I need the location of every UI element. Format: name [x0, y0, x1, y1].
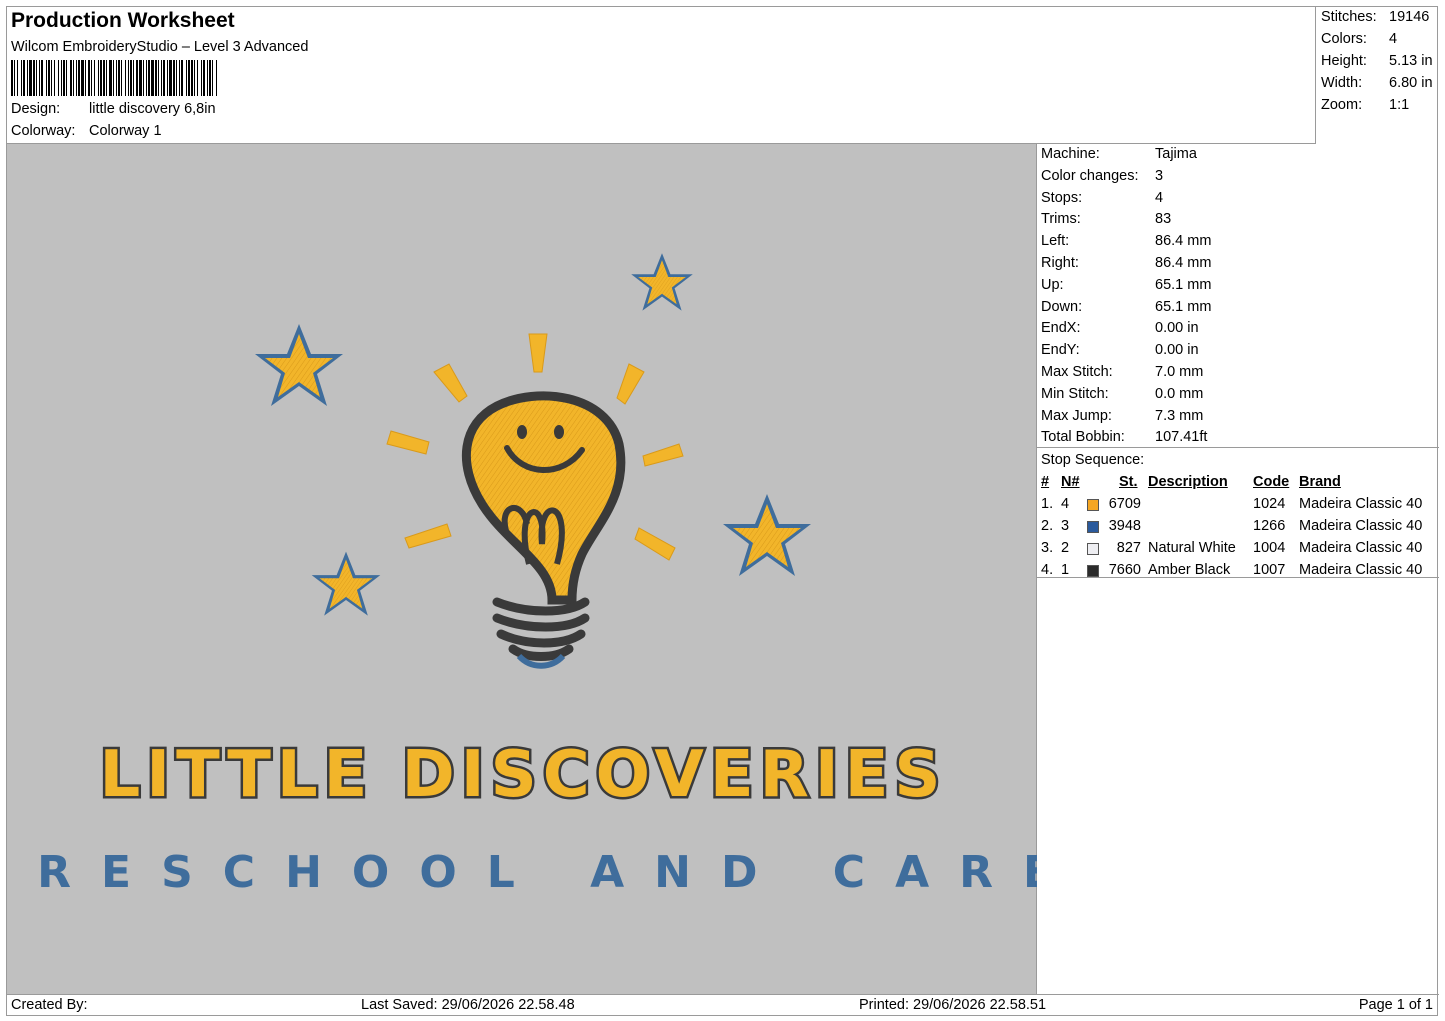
- info-label: Down:: [1041, 298, 1083, 315]
- col-header-description: Description: [1148, 474, 1228, 490]
- design-preview: LITTLE DISCOVERIES PRESCHOOL AND CARE: [0, 144, 1053, 994]
- production-worksheet: Production Worksheet Wilcom EmbroiderySt…: [0, 6, 1439, 1016]
- info-value: 107.41ft: [1155, 429, 1208, 446]
- thread-color-swatch: [1087, 499, 1099, 511]
- seq-code: 1266: [1253, 518, 1286, 534]
- design-label: Design:: [11, 101, 61, 117]
- info-label: Stops:: [1041, 189, 1083, 206]
- page-title: Production Worksheet: [11, 9, 235, 32]
- info-label: Total Bobbin:: [1041, 429, 1125, 446]
- seq-needle: 3: [1061, 518, 1070, 534]
- thread-color-swatch: [1087, 565, 1099, 577]
- info-label: Max Jump:: [1041, 407, 1112, 424]
- seq-brand: Madeira Classic 40: [1299, 562, 1423, 578]
- created-by: Created By:: [11, 997, 88, 1013]
- software-name: Wilcom EmbroideryStudio – Level 3 Advanc…: [11, 39, 309, 55]
- stop-sequence-caption: Stop Sequence:: [1041, 452, 1145, 468]
- info-value: 83: [1155, 211, 1172, 228]
- seq-brand: Madeira Classic 40: [1299, 518, 1423, 534]
- info-value: 86.4 mm: [1155, 255, 1212, 271]
- star-icon: [723, 494, 811, 576]
- thread-color-swatch: [1087, 543, 1099, 555]
- lightbulb-icon: [461, 391, 626, 669]
- seq-needle: 4: [1061, 496, 1070, 512]
- seq-code: 1004: [1253, 540, 1286, 556]
- info-value: Tajima: [1155, 146, 1197, 162]
- seq-brand: Madeira Classic 40: [1299, 540, 1423, 556]
- info-label: EndX:: [1041, 320, 1081, 337]
- artwork-subtitle: PRESCHOOL AND CARE: [7, 847, 1037, 898]
- seq-stitches: 6709: [1108, 496, 1141, 512]
- info-value: 3: [1155, 167, 1164, 184]
- design-stats: Stitches: 19146 Colors: 4 Height: 5.13 in W…: [1315, 7, 1439, 144]
- col-header-st: St.: [1119, 474, 1138, 490]
- printed-date: Printed: 29/06/2026 22.58.51: [859, 997, 1047, 1013]
- seq-num: 4.: [1041, 562, 1054, 578]
- star-icon: [631, 253, 693, 311]
- star-icon: [255, 324, 343, 406]
- info-value: 7.0 mm: [1155, 364, 1204, 380]
- info-label: Color changes:: [1041, 167, 1139, 184]
- seq-num: 3.: [1041, 540, 1054, 556]
- info-value: 65.1 mm: [1155, 276, 1212, 293]
- info-label: Right:: [1041, 255, 1079, 271]
- info-label: Machine:: [1041, 146, 1100, 162]
- seq-num: 1.: [1041, 496, 1054, 512]
- info-value: 4: [1155, 189, 1164, 206]
- col-header-code: Code: [1253, 474, 1290, 490]
- seq-needle: 1: [1061, 562, 1070, 578]
- embroidery-artwork: LITTLE DISCOVERIES PRESCHOOL AND CARE: [0, 253, 1053, 898]
- seq-code: 1024: [1253, 496, 1286, 512]
- worksheet-header: Production Worksheet Wilcom EmbroiderySt…: [7, 7, 1315, 144]
- info-label: Left:: [1041, 233, 1070, 250]
- colorway-label: Colorway:: [11, 123, 76, 139]
- footer: Created By: Last Saved: 29/06/2026 22.58…: [7, 994, 1439, 1016]
- star-icon: [311, 551, 381, 616]
- seq-brand: Madeira Classic 40: [1299, 496, 1423, 512]
- info-value: 65.1 mm: [1155, 298, 1212, 315]
- seq-description: Natural White: [1148, 540, 1236, 556]
- col-header-brand: Brand: [1299, 474, 1341, 490]
- last-saved: Last Saved: 29/06/2026 22.58.48: [361, 997, 575, 1013]
- info-label: Up:: [1041, 276, 1064, 293]
- col-header-num: #: [1041, 474, 1050, 490]
- seq-description: Amber Black: [1148, 562, 1231, 578]
- info-value: 0.00 in: [1155, 320, 1199, 337]
- page-number: Page 1 of 1: [1358, 997, 1433, 1013]
- design-value: little discovery 6,8in: [89, 101, 216, 117]
- info-value: 0.00 in: [1155, 342, 1199, 359]
- seq-stitches: 827: [1116, 540, 1141, 556]
- info-label: EndY:: [1041, 342, 1080, 359]
- seq-num: 2.: [1041, 518, 1054, 534]
- thread-color-swatch: [1087, 521, 1099, 533]
- info-value: 0.0 mm: [1155, 385, 1204, 402]
- stop-sequence: Stop Sequence: # N# St. Description Code…: [1037, 448, 1439, 578]
- info-value: 7.3 mm: [1155, 407, 1204, 424]
- info-value: 86.4 mm: [1155, 233, 1212, 250]
- machine-info: Machine: Tajima Color changes: 3 Stops: 4 Trim…: [1037, 144, 1439, 448]
- seq-code: 1007: [1253, 562, 1286, 578]
- info-label: Max Stitch:: [1041, 364, 1113, 380]
- seq-stitches: 3948: [1108, 518, 1141, 534]
- info-label: Min Stitch:: [1041, 385, 1109, 402]
- seq-stitches: 7660: [1108, 562, 1141, 578]
- colorway-value: Colorway 1: [89, 123, 162, 139]
- barcode: [11, 60, 415, 96]
- info-label: Trims:: [1041, 211, 1081, 228]
- col-header-n: N#: [1061, 474, 1080, 490]
- artwork-title: LITTLE DISCOVERIES: [100, 738, 947, 812]
- seq-needle: 2: [1061, 540, 1070, 556]
